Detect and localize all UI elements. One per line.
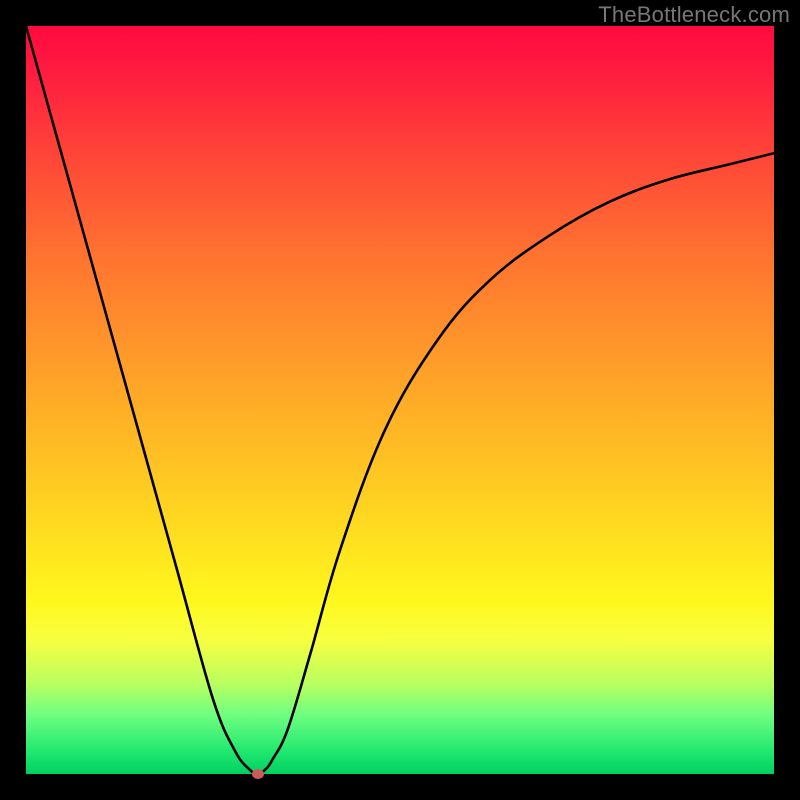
plot-area (26, 26, 774, 774)
optimal-point-marker (252, 769, 264, 779)
watermark-text: TheBottleneck.com (598, 2, 790, 28)
chart-frame: TheBottleneck.com (0, 0, 800, 800)
bottleneck-curve (26, 26, 774, 774)
curve-path (26, 26, 774, 774)
